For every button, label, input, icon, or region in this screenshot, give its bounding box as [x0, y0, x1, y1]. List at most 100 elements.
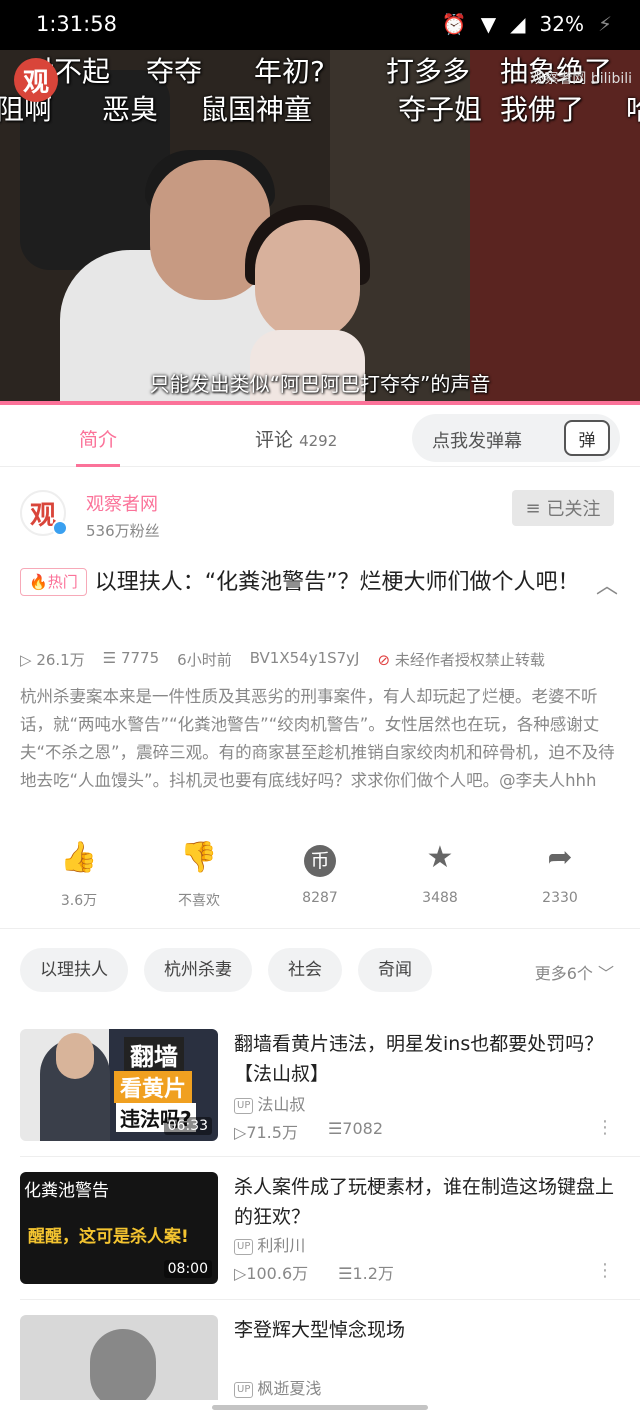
danmaku-comment: 恶臭 [102, 93, 159, 126]
coin-button[interactable]: 币 8287 [270, 840, 370, 906]
rec-uploader-name: 利利川 [257, 1236, 306, 1255]
rec-title[interactable]: 李登辉大型悼念现场 [234, 1315, 620, 1345]
tag-chip[interactable]: 社会 [268, 948, 342, 992]
list-item[interactable]: 李登辉大型悼念现场 UP 枫逝夏浅 [0, 1315, 640, 1400]
status-bar: 1:31:58 ⏰ ▼ ◢ 32% ⚡ [0, 0, 640, 50]
dislike-button[interactable]: 👎 不喜欢 [149, 840, 249, 910]
video-thumbnail[interactable]: 化粪池警告 醒醒，这可是杀人案! 08:00 [20, 1172, 218, 1284]
hot-badge: 🔥热门 [20, 568, 87, 596]
play-icon: ▷ [234, 1123, 247, 1142]
tag-chip[interactable]: 以理扶人 [20, 948, 128, 992]
battery-percent: 32% [539, 12, 584, 36]
danmaku-comment: 打多多 [386, 55, 471, 88]
rec-title[interactable]: 翻墙看黄片违法，明星发ins也都要处罚吗？【法山叔】 [234, 1029, 620, 1089]
thumb-caption: 看黄片 [114, 1071, 193, 1103]
uploader-fans: 536万粉丝 [86, 522, 160, 540]
tab-intro[interactable]: 简介 [79, 425, 117, 452]
action-bar: 👍 3.6万 👎 不喜欢 币 8287 ★ 3488 ➦ 2330 [0, 840, 640, 920]
more-options-icon[interactable]: ⋮ [596, 1117, 614, 1138]
comments-count: 4292 [299, 432, 338, 450]
play-icon: ▷ [234, 1264, 247, 1283]
rec-stats: ▷71.5万 ☰7082 [234, 1119, 383, 1143]
avatar[interactable]: 观 [20, 490, 68, 536]
coin-icon: 币 [304, 845, 336, 877]
rec-views: ▷71.5万 [234, 1119, 298, 1143]
favorite-button[interactable]: ★ 3488 [390, 840, 490, 906]
section-divider [0, 928, 640, 929]
hot-label: 热门 [47, 573, 78, 591]
views-value: 26.1万 [36, 651, 85, 669]
video-player[interactable]: 对不起 夺夺 年初? 打多多 抽象绝了 阻啊 恶臭 鼠国神童 夺子姐 我佛了 哈… [0, 50, 640, 405]
danmaku-comment: 鼠国神童 [200, 93, 313, 126]
uploader-name[interactable]: 观察者网 [86, 490, 158, 516]
danmaku-value: 7775 [120, 649, 160, 667]
video-title-block: 🔥热门 以理扶人：“化粪池警告”？烂梗大师们做个人吧！ [20, 562, 580, 604]
danmaku-list-icon: ☰ [102, 649, 117, 667]
list-divider [20, 1299, 640, 1300]
danmaku-count: ☰ 7775 [103, 649, 159, 670]
rec-uploader: UP 法山叔 [234, 1091, 305, 1115]
share-icon: ➦ [547, 840, 573, 875]
rec-title[interactable]: 杀人案件成了玩梗素材，谁在制造这场键盘上的狂欢？ [234, 1172, 620, 1232]
send-danmaku-button[interactable]: 点我发弹幕 弹 [412, 414, 620, 462]
favorite-count: 3488 [422, 890, 458, 906]
rec-uploader: UP 枫逝夏浅 [234, 1375, 321, 1399]
home-indicator[interactable] [212, 1405, 428, 1410]
like-button[interactable]: 👍 3.6万 [29, 840, 129, 910]
danmaku-comment: 我佛了 [500, 93, 585, 126]
danmaku-placeholder: 点我发弹幕 [432, 431, 522, 452]
rec-views-value: 100.6万 [246, 1264, 309, 1283]
thumb-caption: 化粪池警告 [24, 1181, 109, 1201]
video-thumbnail[interactable] [20, 1315, 218, 1400]
repost-notice-text: 未经作者授权禁止转载 [394, 651, 545, 669]
rec-uploader-name: 法山叔 [257, 1095, 306, 1114]
follow-label: 已关注 [546, 499, 601, 520]
rec-uploader: UP 利利川 [234, 1232, 305, 1256]
rec-views-value: 71.5万 [246, 1123, 298, 1142]
tag-list: 以理扶人 杭州杀妻 社会 奇闻 [20, 948, 432, 992]
channel-logo: 观 [14, 58, 58, 102]
scene-child-face [255, 220, 360, 340]
video-meta: ▷ 26.1万 ☰ 7775 6小时前 BV1X54y1S7yJ ⊘ 未经作者授… [20, 649, 545, 670]
tag-chip[interactable]: 杭州杀妻 [144, 948, 252, 992]
verified-icon [52, 520, 68, 536]
thumb-caption: 翻墙 [124, 1037, 184, 1072]
danmaku-comment: 夺子姐 [398, 93, 483, 126]
thumbs-up-icon: 👍 [60, 840, 98, 875]
detail-tabs: 简介 评论 4292 点我发弹幕 弹 [0, 405, 640, 467]
follow-button[interactable]: ≡ 已关注 [512, 490, 614, 526]
thumb-person-head [56, 1033, 94, 1079]
up-badge: UP [234, 1098, 254, 1114]
video-thumbnail[interactable]: 翻墙 看黄片 违法吗? 06:33 [20, 1029, 218, 1141]
video-duration: 08:00 [163, 1260, 212, 1278]
share-button[interactable]: ➦ 2330 [510, 840, 610, 906]
tab-comments-label: 评论 [255, 429, 294, 451]
video-description: 杭州杀妻案本来是一件性质及其恶劣的刑事案件，有人却玩起了烂梗。老婆不听话，就“两… [20, 687, 615, 790]
repost-notice: ⊘ 未经作者授权禁止转载 [378, 649, 545, 670]
list-divider [20, 1156, 640, 1157]
video-title: 以理扶人：“化粪池警告”？烂梗大师们做个人吧！ [94, 570, 580, 595]
active-tab-indicator [76, 464, 120, 467]
more-tags-button[interactable]: 更多6个 ﹀ [535, 960, 614, 984]
danmaku-icon[interactable]: 弹 [564, 420, 610, 456]
rec-danmaku-value: 1.2万 [352, 1264, 394, 1283]
coin-count: 8287 [302, 890, 338, 906]
bvid: BV1X54y1S7yJ [249, 649, 360, 667]
danmaku-comment: 夺夺 [146, 55, 203, 88]
rec-danmaku: ☰1.2万 [338, 1260, 394, 1284]
share-count: 2330 [542, 890, 578, 906]
more-options-icon[interactable]: ⋮ [596, 1260, 614, 1281]
tag-chip[interactable]: 奇闻 [358, 948, 432, 992]
uploader-section: 观 观察者网 536万粉丝 ≡ 已关注 [0, 468, 640, 558]
list-item[interactable]: 化粪池警告 醒醒，这可是杀人案! 08:00 杀人案件成了玩梗素材，谁在制造这场… [0, 1172, 640, 1302]
dislike-label: 不喜欢 [178, 893, 220, 909]
tab-comments[interactable]: 评论 4292 [255, 425, 337, 452]
chevron-up-icon[interactable]: ︿ [596, 568, 618, 600]
video-duration: 06:33 [163, 1117, 212, 1135]
danmaku-comment: 年初? [254, 55, 325, 88]
menu-icon: ≡ [525, 497, 541, 519]
rec-uploader-name: 枫逝夏浅 [257, 1379, 322, 1398]
signal-icon: ◢ [510, 12, 526, 36]
list-item[interactable]: 翻墙 看黄片 违法吗? 06:33 翻墙看黄片违法，明星发ins也都要处罚吗？【… [0, 1029, 640, 1159]
up-badge: UP [234, 1382, 254, 1398]
